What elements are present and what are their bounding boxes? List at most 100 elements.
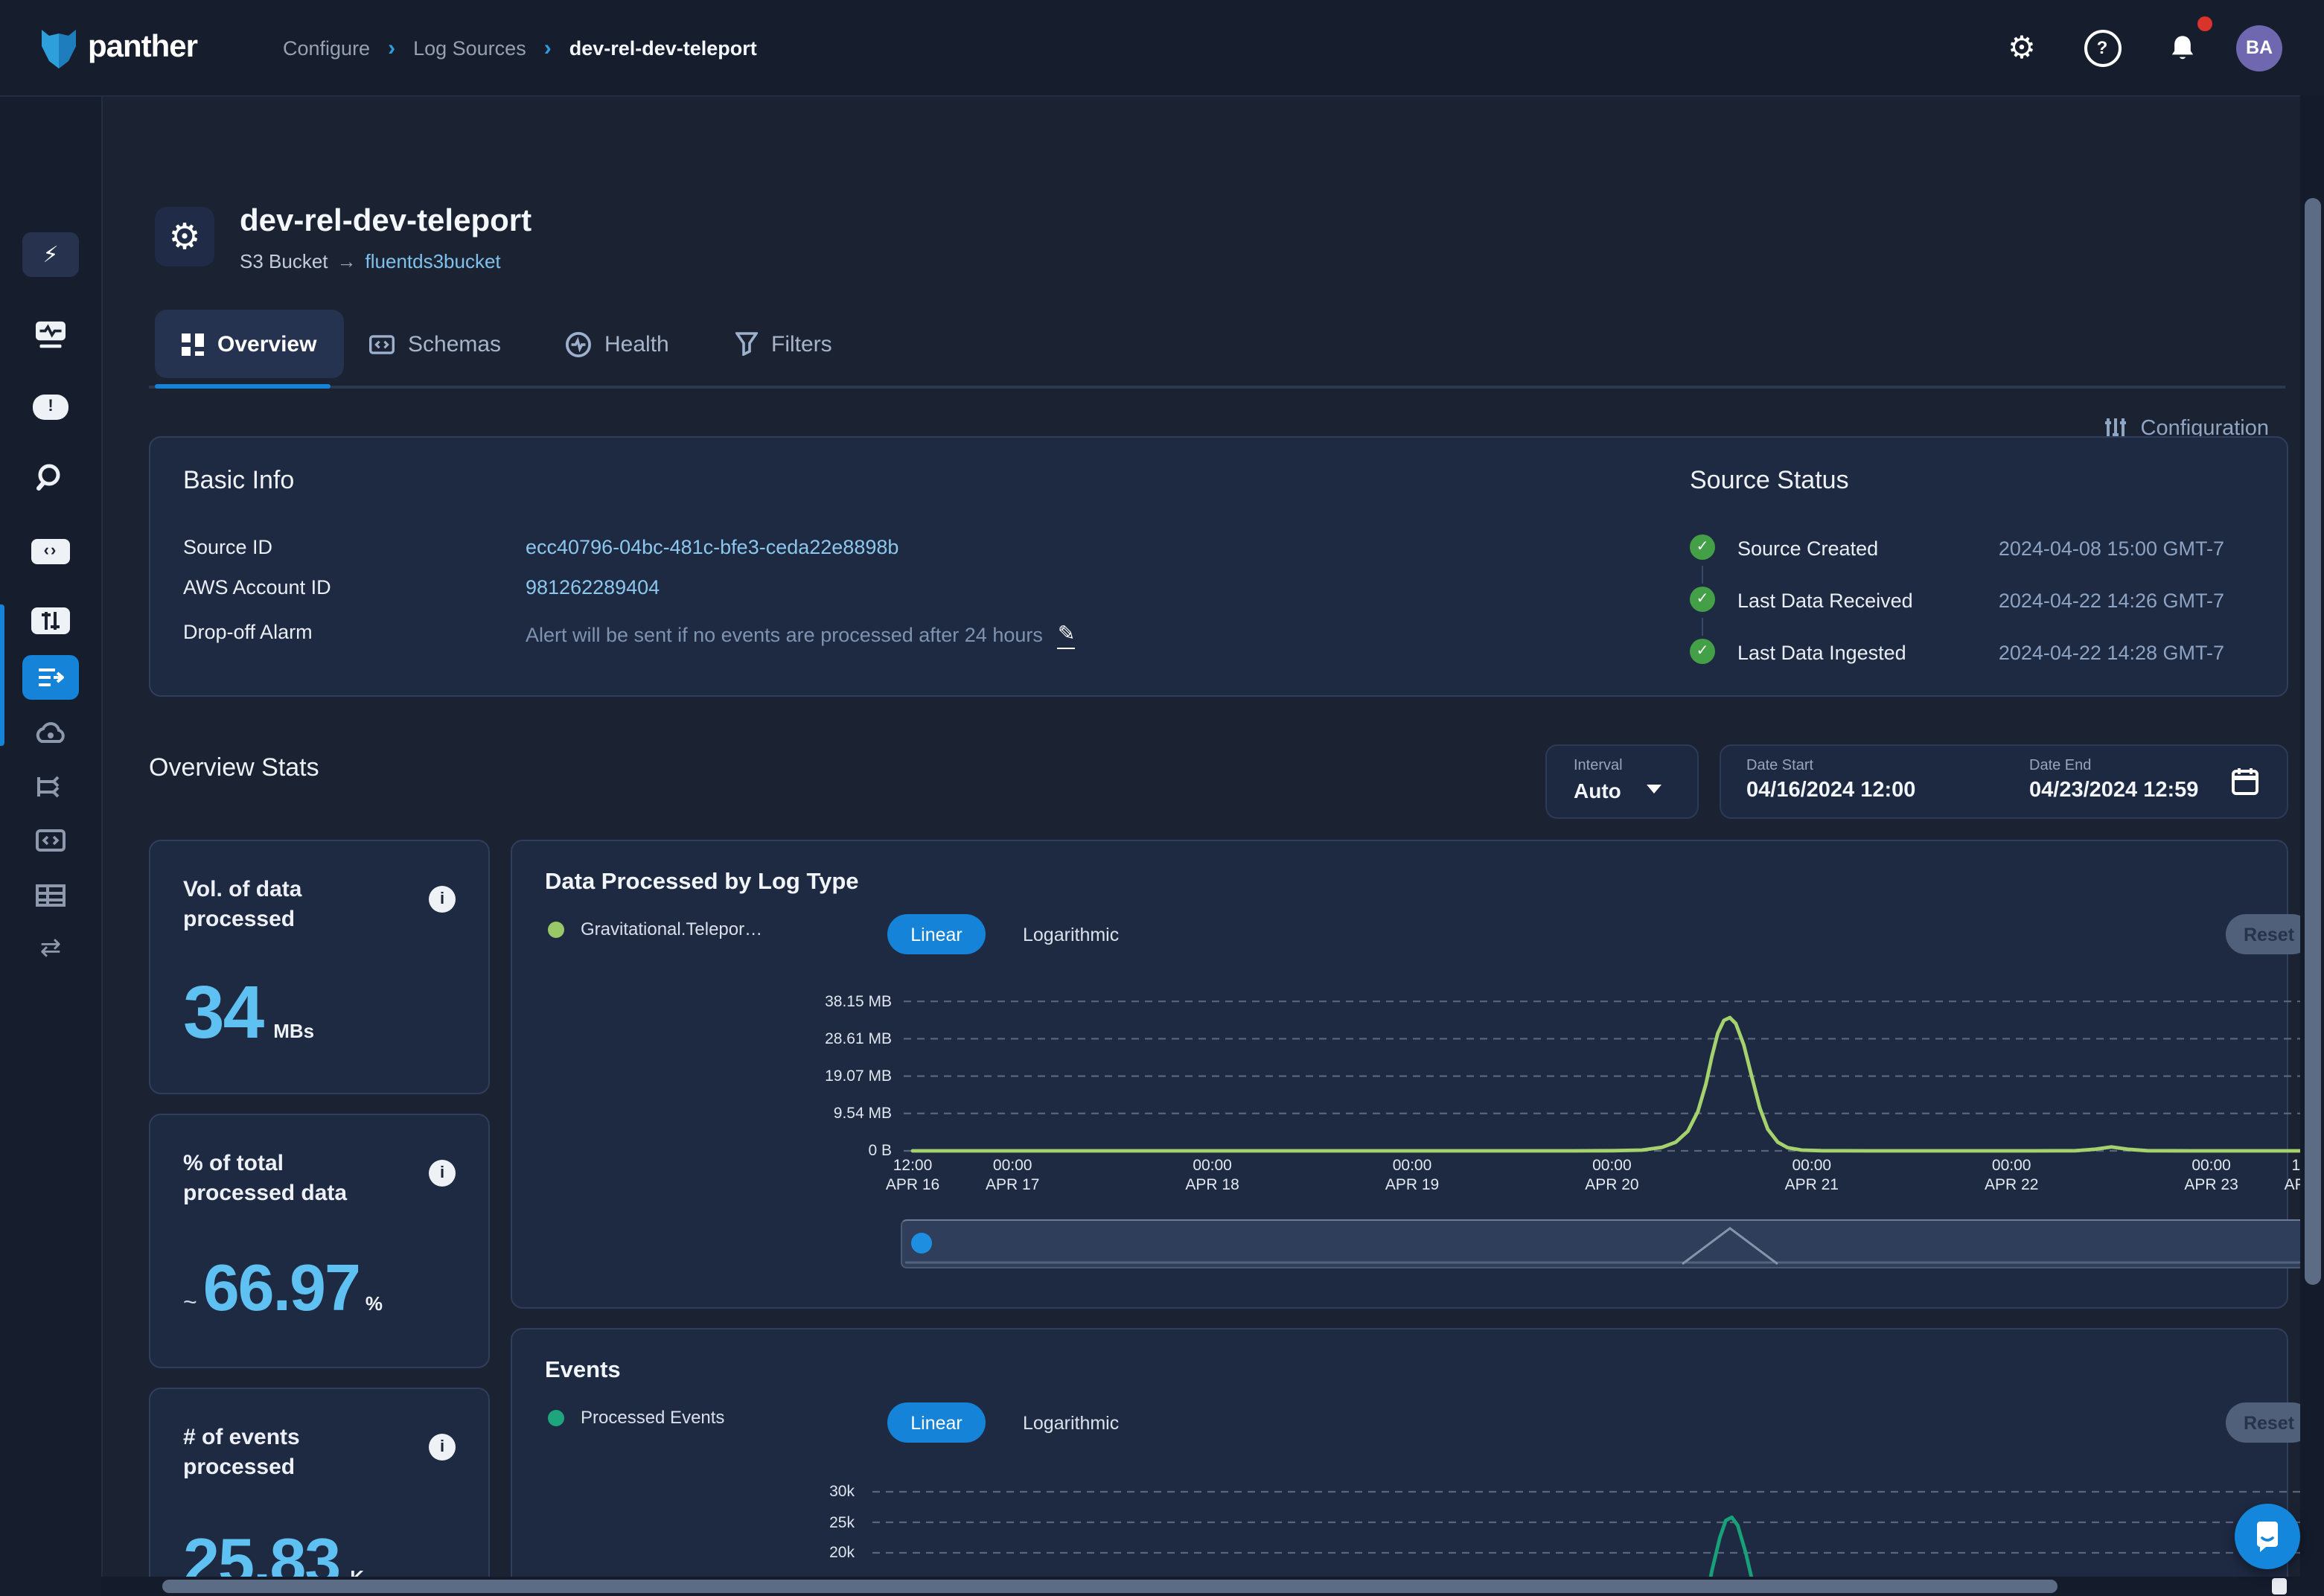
chart-range-navigator[interactable] bbox=[901, 1219, 2321, 1268]
sidebar-item-dashboard[interactable] bbox=[0, 310, 101, 360]
linear-toggle-button[interactable]: Linear bbox=[887, 914, 986, 954]
breadcrumb-log-sources[interactable]: Log Sources bbox=[413, 36, 526, 59]
logarithmic-toggle-button[interactable]: Logarithmic bbox=[1023, 925, 1119, 945]
sidebar-item-search[interactable] bbox=[0, 453, 101, 503]
navigator-left-handle bbox=[911, 1233, 932, 1254]
logarithmic-toggle-button[interactable]: Logarithmic bbox=[1023, 1413, 1119, 1434]
sliders-icon bbox=[31, 607, 70, 634]
notifications-bell-icon[interactable] bbox=[2156, 21, 2209, 74]
grid-icon bbox=[182, 333, 204, 355]
series-line bbox=[913, 1018, 2324, 1151]
tab-label: Filters bbox=[771, 331, 832, 357]
info-icon[interactable]: i bbox=[429, 1434, 456, 1461]
breadcrumb-current: dev-rel-dev-teleport bbox=[569, 36, 757, 59]
page-title: dev-rel-dev-teleport bbox=[240, 204, 531, 240]
info-icon[interactable]: i bbox=[429, 886, 456, 913]
notification-badge bbox=[2197, 16, 2212, 31]
tab-schemas[interactable]: Schemas bbox=[369, 310, 501, 378]
y-axis-tick-label: 9.54 MB bbox=[512, 1105, 892, 1123]
sidebar-item-flash[interactable]: ⚡ bbox=[0, 229, 101, 280]
legend-label: Processed Events bbox=[581, 1407, 724, 1428]
chart-legend[interactable]: Processed Events bbox=[548, 1407, 724, 1428]
chart-legend[interactable]: Gravitational.Telepor… bbox=[548, 919, 762, 939]
transfer-arrows-icon: ⇄ bbox=[40, 933, 62, 963]
date-end-value: 04/23/2024 12:59 bbox=[2029, 779, 2198, 802]
edit-pencil-icon[interactable]: ✎ bbox=[1058, 621, 1075, 649]
sidebar-item-query[interactable]: ‹› bbox=[0, 526, 101, 576]
bucket-link[interactable]: fluentds3bucket bbox=[365, 250, 501, 272]
stat-value: 34 bbox=[183, 969, 263, 1056]
sidebar-item-cloud[interactable] bbox=[0, 707, 101, 758]
vertical-scrollbar[interactable] bbox=[2300, 95, 2324, 1596]
y-axis-tick-label: 20k bbox=[512, 1544, 855, 1562]
stat-prefix: ~ bbox=[183, 1291, 197, 1318]
tab-label: Health bbox=[604, 331, 669, 357]
status-label: Last Data Received bbox=[1737, 590, 1913, 612]
branch-arrows-icon bbox=[36, 773, 66, 799]
source-id-value[interactable]: ecc40796-04bc-481c-bfe3-ceda22e8898b bbox=[526, 536, 898, 558]
vertical-scrollbar-thumb[interactable] bbox=[2304, 198, 2320, 1285]
stat-title: % of totalprocessed data bbox=[183, 1149, 347, 1209]
breadcrumb: Configure › Log Sources › dev-rel-dev-te… bbox=[283, 0, 757, 95]
sidebar-item-tables[interactable] bbox=[0, 869, 101, 920]
code-chevrons-icon: ‹› bbox=[31, 538, 70, 564]
horizontal-scrollbar[interactable] bbox=[101, 1577, 2300, 1596]
row-label: Drop-off Alarm bbox=[183, 621, 313, 643]
stat-value-row: ~ 66.97 % bbox=[183, 1252, 383, 1327]
horizontal-scrollbar-thumb[interactable] bbox=[162, 1580, 2058, 1593]
stat-title: Vol. of dataprocessed bbox=[183, 875, 301, 935]
chart-title: Events bbox=[545, 1358, 621, 1385]
linear-toggle-button[interactable]: Linear bbox=[887, 1402, 986, 1443]
chevron-right-icon: › bbox=[388, 35, 395, 60]
search-magnifier-icon bbox=[36, 463, 66, 493]
date-start-value: 04/16/2024 12:00 bbox=[1746, 779, 1915, 802]
interval-dropdown[interactable]: Interval Auto bbox=[1545, 744, 1699, 819]
settings-gear-icon[interactable]: ⚙ bbox=[1995, 21, 2049, 74]
reset-button[interactable]: Reset bbox=[2226, 1402, 2312, 1443]
stat-card-volume: Vol. of dataprocessed i 34 MBs bbox=[149, 840, 490, 1094]
y-axis-tick-label: 25k bbox=[512, 1513, 855, 1531]
tab-overview[interactable]: Overview bbox=[155, 310, 343, 378]
reset-button[interactable]: Reset bbox=[2226, 914, 2312, 954]
page-subtitle: S3 Bucket → fluentds3bucket bbox=[240, 250, 501, 272]
x-axis-tick-label: 00:00APR 18 bbox=[1162, 1157, 1263, 1196]
chart-card-events: Events Processed Events Linear Logarithm… bbox=[511, 1328, 2288, 1596]
chat-launcher-button[interactable] bbox=[2235, 1504, 2300, 1569]
panther-logo[interactable]: panther bbox=[39, 24, 197, 71]
overview-stats-heading: Overview Stats bbox=[149, 753, 319, 783]
date-range-picker[interactable]: Date Start 04/16/2024 12:00 Date End 04/… bbox=[1720, 744, 2288, 819]
x-axis-tick-label: 00:00APR 20 bbox=[1561, 1157, 1662, 1196]
status-timestamp: 2024-04-22 14:28 GMT-7 bbox=[1956, 642, 2224, 664]
y-axis-tick-label: 0 B bbox=[512, 1142, 892, 1160]
info-icon[interactable]: i bbox=[429, 1160, 456, 1187]
tab-health[interactable]: Health bbox=[566, 310, 669, 378]
chevron-right-icon: › bbox=[544, 35, 552, 60]
log-sources-icon bbox=[22, 655, 79, 700]
schemas-code-icon bbox=[369, 333, 395, 355]
legend-label: Gravitational.Telepor… bbox=[581, 919, 762, 939]
avatar[interactable]: BA bbox=[2236, 25, 2282, 71]
tab-underline-active bbox=[155, 384, 331, 389]
sidebar-item-data-transfer[interactable]: ⇄ bbox=[0, 923, 101, 974]
x-axis-tick-label: 12:00APR 16 bbox=[862, 1157, 963, 1196]
dashboard-monitor-icon bbox=[34, 320, 67, 350]
sidebar-item-detections[interactable] bbox=[0, 596, 101, 646]
aws-account-id-value[interactable]: 981262289404 bbox=[526, 576, 660, 598]
tab-filters[interactable]: Filters bbox=[735, 310, 832, 378]
check-circle-icon: ✓ bbox=[1690, 534, 1715, 560]
sidebar-item-alerts[interactable]: ! bbox=[0, 381, 101, 432]
sidebar-nav: ⚡ ! ‹› bbox=[0, 95, 103, 1596]
tab-label: Schemas bbox=[408, 331, 501, 357]
sidebar-item-api[interactable] bbox=[0, 814, 101, 865]
status-label: Last Data Ingested bbox=[1737, 642, 1906, 664]
y-axis-tick-label: 19.07 MB bbox=[512, 1067, 892, 1085]
help-icon[interactable]: ? bbox=[2075, 21, 2129, 74]
breadcrumb-configure[interactable]: Configure bbox=[283, 36, 370, 59]
sidebar-item-log-sources[interactable] bbox=[0, 652, 101, 703]
scrollbar-corner-thumb bbox=[2272, 1578, 2287, 1595]
sidebar-item-integrations[interactable] bbox=[0, 761, 101, 811]
x-axis-tick-label: 00:00APR 22 bbox=[1961, 1157, 2062, 1196]
topbar-actions: ⚙ ? BA bbox=[1995, 21, 2282, 74]
table-grid-icon bbox=[36, 884, 66, 906]
stat-unit: MBs bbox=[273, 1020, 314, 1042]
